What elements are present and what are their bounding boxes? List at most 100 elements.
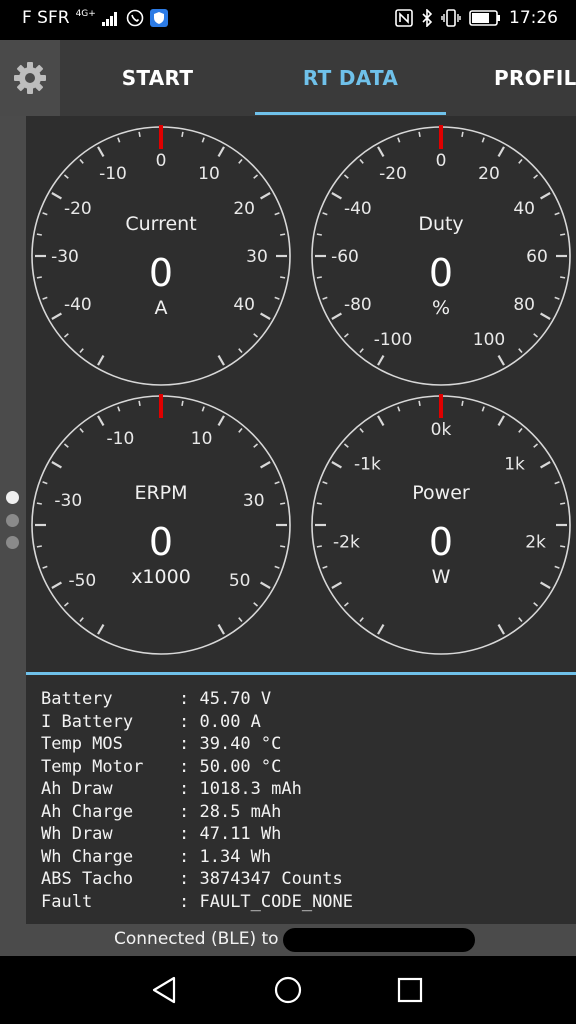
gauge-tick <box>359 617 364 623</box>
gauge-tick-label: -1k <box>354 454 381 474</box>
gauge-tick <box>36 545 42 548</box>
gauge-tick <box>238 348 243 354</box>
rt-data-value: 1018.3 mAh <box>199 779 302 799</box>
rt-data-value: 1.34 Wh <box>199 846 272 867</box>
gauge-tick-label: 10 <box>191 429 213 449</box>
gauge-tick <box>540 192 551 200</box>
page-dot-2[interactable] <box>6 514 19 527</box>
gauge-tick-label: 60 <box>526 247 548 267</box>
rt-data-separator: : <box>179 779 200 799</box>
gauge-tick <box>461 131 464 137</box>
gauge-title: Power <box>412 482 470 504</box>
tab-rt-data[interactable]: RT DATA <box>255 40 446 116</box>
gauge-tick <box>260 192 271 200</box>
settings-button[interactable] <box>0 40 60 116</box>
tab-start[interactable]: START <box>60 40 255 116</box>
page-dot-1[interactable] <box>6 491 19 504</box>
gauge-tick <box>181 400 184 406</box>
rt-data-separator: : <box>179 756 200 777</box>
back-button[interactable] <box>124 956 204 1024</box>
rt-data-label: Wh Charge <box>41 846 134 867</box>
page-dot-3[interactable] <box>6 536 19 549</box>
gauge-unit: % <box>432 297 450 319</box>
gauge-tick <box>63 174 69 179</box>
gauge-tick <box>217 146 225 157</box>
home-button[interactable] <box>248 956 328 1024</box>
rt-data-label: Ah Draw <box>41 779 113 799</box>
gauge-tick <box>238 617 243 623</box>
gauge-tick <box>331 461 342 469</box>
gauge-tick-label: -40 <box>64 295 92 315</box>
gauge-tick <box>316 545 322 548</box>
gauge-tick <box>42 481 48 485</box>
gauge-tick <box>540 312 551 320</box>
gauge-tick <box>63 443 69 448</box>
gauge-tick-label: 0 <box>436 151 447 171</box>
gauge-tick <box>253 333 259 338</box>
gauge-tick <box>42 296 48 300</box>
system-nav-bar <box>0 956 576 1024</box>
signal-icon <box>101 12 117 26</box>
gauge-tick <box>316 233 322 236</box>
gear-icon <box>14 62 46 94</box>
rt-data-value: 39.40 °C <box>199 734 282 754</box>
gauge-tick <box>377 415 385 426</box>
gauge-tick-label: -20 <box>64 199 92 219</box>
gauge-tick <box>79 158 84 164</box>
gauge-tick <box>497 355 505 366</box>
tab-profile[interactable]: PROFILE <box>446 40 576 116</box>
gauge-tick <box>418 131 421 137</box>
gauge-panel: -40 -30 -20 -10 0 10 20 30 40 Current 0 A -100 -80 -60… <box>26 116 576 668</box>
gauge-tick <box>377 146 385 157</box>
gauge-tick <box>63 333 69 338</box>
rt-data-row: Battery: 45.70 V <box>41 688 576 711</box>
gauge-tick <box>181 131 184 137</box>
back-icon <box>152 976 176 1004</box>
gauge-tick <box>260 461 271 469</box>
rt-data-row: ABS Tacho: 3874347 Counts <box>41 868 576 891</box>
rt-data-label: Wh Draw <box>41 824 113 844</box>
gauge-tick-label: 30 <box>246 247 268 267</box>
gauge-tick <box>533 333 539 338</box>
gauge-tick <box>560 545 566 548</box>
rt-data-separator: : <box>179 869 200 889</box>
bluetooth-icon <box>422 9 433 27</box>
gauge-tick-label: 0k <box>431 420 452 440</box>
rt-data-value: 50.00 °C <box>199 756 282 777</box>
rt-data-row: Temp Motor: 50.00 °C <box>41 756 576 779</box>
gauge-tick <box>79 617 84 623</box>
gauge-tick-label: -50 <box>68 571 96 591</box>
gauge-tick <box>238 158 243 164</box>
connection-status-bar: Connected (BLE) to <box>0 924 576 956</box>
gauge-tick <box>274 565 280 569</box>
gauge-tick <box>322 481 328 485</box>
gauge-unit: A <box>155 297 168 319</box>
gauge-tick <box>554 212 560 216</box>
rt-data-row: Wh Draw: 47.11 Wh <box>41 823 576 846</box>
gauge-tick <box>540 461 551 469</box>
rt-data-row: I Battery: 0.00 A <box>41 711 576 734</box>
gauge-tick <box>560 502 566 505</box>
recents-button[interactable] <box>370 956 450 1024</box>
gauge-tick <box>322 565 328 569</box>
gauge-tick <box>343 333 349 338</box>
gauge-tick <box>331 192 342 200</box>
gauge-tick <box>238 427 243 433</box>
rt-data-row: Wh Charge: 1.34 Wh <box>41 846 576 869</box>
gauge-canvas: -40-30-20-10010203040Current0A-100-80-60… <box>31 125 571 655</box>
network-type-label: 4G+ <box>75 9 96 19</box>
gauge-tick <box>253 174 259 179</box>
gauge-tick <box>217 415 225 426</box>
gauge-value: 0 <box>429 520 453 564</box>
gauge-tick <box>359 348 364 354</box>
gauge-tick <box>377 624 385 635</box>
gauge-erpm: -50 -30 -10 10 30 50 ERPM 0x1000 <box>31 394 291 655</box>
gauge-tick-label: 10 <box>198 164 220 184</box>
rt-data-row: Fault: FAULT_CODE_NONE <box>41 891 576 914</box>
gauge-tick <box>343 443 349 448</box>
gauge-unit: W <box>432 566 451 588</box>
page-indicator-rail <box>0 116 26 956</box>
gauge-tick <box>117 137 121 143</box>
gauge-tick-label: 0 <box>156 151 167 171</box>
gauge-title: Current <box>125 213 196 235</box>
